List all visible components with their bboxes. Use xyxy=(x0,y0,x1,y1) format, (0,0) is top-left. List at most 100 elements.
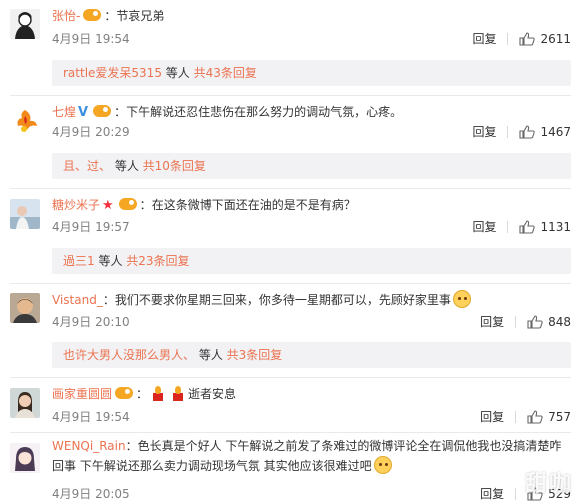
vip-badge-icon[interactable] xyxy=(83,9,102,21)
comment-line: WENQi_Rain：色长真是个好人 下午解说之前发了条难过的微博评论全在调侃他… xyxy=(52,436,571,476)
divider xyxy=(10,432,571,433)
like-button[interactable]: 1131 xyxy=(519,219,571,235)
divider xyxy=(507,126,509,138)
comment-username[interactable]: WENQi_Rain xyxy=(52,439,126,453)
smile-emoji-icon xyxy=(452,290,471,308)
avatar[interactable] xyxy=(10,199,40,229)
comment-time: 4月9日 19:57 xyxy=(52,220,130,234)
like-count: 1131 xyxy=(540,220,571,234)
comment-line: 张怡- ：节哀兄弟 xyxy=(52,7,571,25)
phoenix-logo-icon xyxy=(10,106,40,136)
comment-time: 4月9日 20:10 xyxy=(52,315,130,329)
sad-emoji-icon xyxy=(373,456,392,474)
star-badge-icon[interactable]: ★ xyxy=(102,198,114,213)
sub-replies: 也许大男人没那么男人、 等人 共3条回复 xyxy=(52,342,571,368)
thumbs-up-icon xyxy=(519,220,536,234)
portrait-icon xyxy=(10,388,40,418)
comment-line: 七煌 V ：下午解说还忍住悲伤在那么努力的调动气氛，心疼。 xyxy=(52,103,571,122)
colon: ： xyxy=(102,293,115,307)
more-replies-link[interactable]: 共23条回复 xyxy=(126,254,189,268)
comment-line: 画家重圆圆 ： 逝者安息 xyxy=(52,385,571,403)
comment-actions: 回复 848 xyxy=(480,314,571,330)
like-count: 848 xyxy=(548,315,571,329)
comment-text: 节哀兄弟 xyxy=(116,9,165,23)
watermark: 甜咖 xyxy=(524,472,573,497)
comment-username[interactable]: 画家重圆圆 xyxy=(52,387,112,401)
candle-emoji-icon xyxy=(150,385,166,401)
candle-emoji-icon xyxy=(170,385,186,401)
comment-text: 下午解说还忍住悲伤在那么努力的调动气氛，心疼。 xyxy=(126,105,403,119)
sub-reply-mid: 等人 xyxy=(111,159,143,173)
like-button[interactable]: 1467 xyxy=(519,124,571,140)
comment-time: 4月9日 20:05 xyxy=(52,487,130,501)
divider xyxy=(10,377,571,378)
avatar[interactable] xyxy=(10,9,40,39)
comment-text: 我们不要求你星期三回来，你多待一星期都可以，先顾好家里事 xyxy=(114,293,451,307)
colon: ： xyxy=(125,439,138,453)
comment-username[interactable]: 糖炒米子 xyxy=(52,198,100,212)
sub-replies: 過三1 等人 共23条回复 xyxy=(52,248,571,274)
divider xyxy=(515,488,517,500)
divider xyxy=(10,95,571,96)
colon: ： xyxy=(139,198,152,212)
reply-button[interactable]: 回复 xyxy=(472,219,496,235)
divider xyxy=(10,283,571,284)
vip-badge-icon[interactable] xyxy=(93,105,112,117)
comment-time: 4月9日 19:54 xyxy=(52,410,130,424)
comment-username[interactable]: Vistand_ xyxy=(52,293,103,307)
like-count: 757 xyxy=(548,410,571,424)
comment-actions: 回复 757 xyxy=(480,409,571,425)
sub-reply-mid: 等人 xyxy=(161,66,194,80)
reply-button[interactable]: 回复 xyxy=(480,409,504,425)
comment-text: 在这条微博下面还在油的是不是有病？ xyxy=(151,198,356,212)
reply-button[interactable]: 回复 xyxy=(472,31,496,47)
divider xyxy=(515,316,517,328)
sub-reply-user[interactable]: 也许大男人没那么男人、 xyxy=(63,348,195,362)
thumbs-up-icon xyxy=(527,315,543,329)
comment-time: 4月9日 20:29 xyxy=(52,125,130,139)
vip-badge-icon[interactable] xyxy=(115,387,134,399)
like-count: 2611 xyxy=(540,32,571,46)
thumbs-up-icon xyxy=(527,410,543,424)
like-button[interactable]: 2611 xyxy=(519,31,571,47)
reply-button[interactable]: 回复 xyxy=(480,486,504,502)
like-button[interactable]: 848 xyxy=(527,314,571,330)
comment-actions: 回复 2611 xyxy=(472,31,571,47)
sub-reply-user[interactable]: 過三1 xyxy=(63,254,95,268)
vip-badge-icon[interactable] xyxy=(118,198,137,210)
sub-reply-mid: 等人 xyxy=(195,348,227,362)
more-replies-link[interactable]: 共43条回复 xyxy=(194,66,257,80)
reply-button[interactable]: 回复 xyxy=(472,124,496,140)
comment-username[interactable]: 张怡- xyxy=(52,9,80,23)
reply-button[interactable]: 回复 xyxy=(480,314,504,330)
more-replies-link[interactable]: 共10条回复 xyxy=(143,159,206,173)
colon: ： xyxy=(136,387,149,401)
avatar[interactable] xyxy=(10,106,40,136)
avatar[interactable] xyxy=(10,388,40,418)
sub-reply-user[interactable]: rattle爱发呆5315 xyxy=(63,66,162,80)
sub-reply-user[interactable]: 且、过、 xyxy=(63,159,111,173)
colon: ： xyxy=(114,105,127,119)
comment-actions: 回复 1131 xyxy=(472,219,571,235)
comment-time: 4月9日 19:54 xyxy=(52,32,130,46)
sub-replies: rattle爱发呆5315 等人 共43条回复 xyxy=(52,60,571,86)
divider xyxy=(507,221,509,233)
avatar[interactable] xyxy=(10,443,40,473)
sub-reply-mid: 等人 xyxy=(94,254,127,268)
comment-list: 张怡- ：节哀兄弟 4月9日 19:54 回复 2611 rattle爱发呆531… xyxy=(0,0,581,504)
like-button[interactable]: 757 xyxy=(527,409,571,425)
comment-username[interactable]: 七煌 xyxy=(52,105,76,119)
avatar[interactable] xyxy=(10,293,40,323)
photo-icon xyxy=(10,199,40,229)
divider xyxy=(515,411,517,423)
colon: ： xyxy=(104,9,117,23)
selfie-icon xyxy=(10,293,40,323)
comment-line: Vistand_：我们不要求你星期三回来，你多待一星期都可以，先顾好家里事 xyxy=(52,290,571,309)
thumbs-up-icon xyxy=(519,32,536,46)
divider xyxy=(507,33,509,45)
verified-v-icon[interactable]: V xyxy=(78,104,88,122)
more-replies-link[interactable]: 共3条回复 xyxy=(227,348,283,362)
comment-actions: 回复 1467 xyxy=(472,124,571,140)
sketch-portrait-icon xyxy=(10,9,40,39)
anime-girl-icon xyxy=(10,443,40,473)
